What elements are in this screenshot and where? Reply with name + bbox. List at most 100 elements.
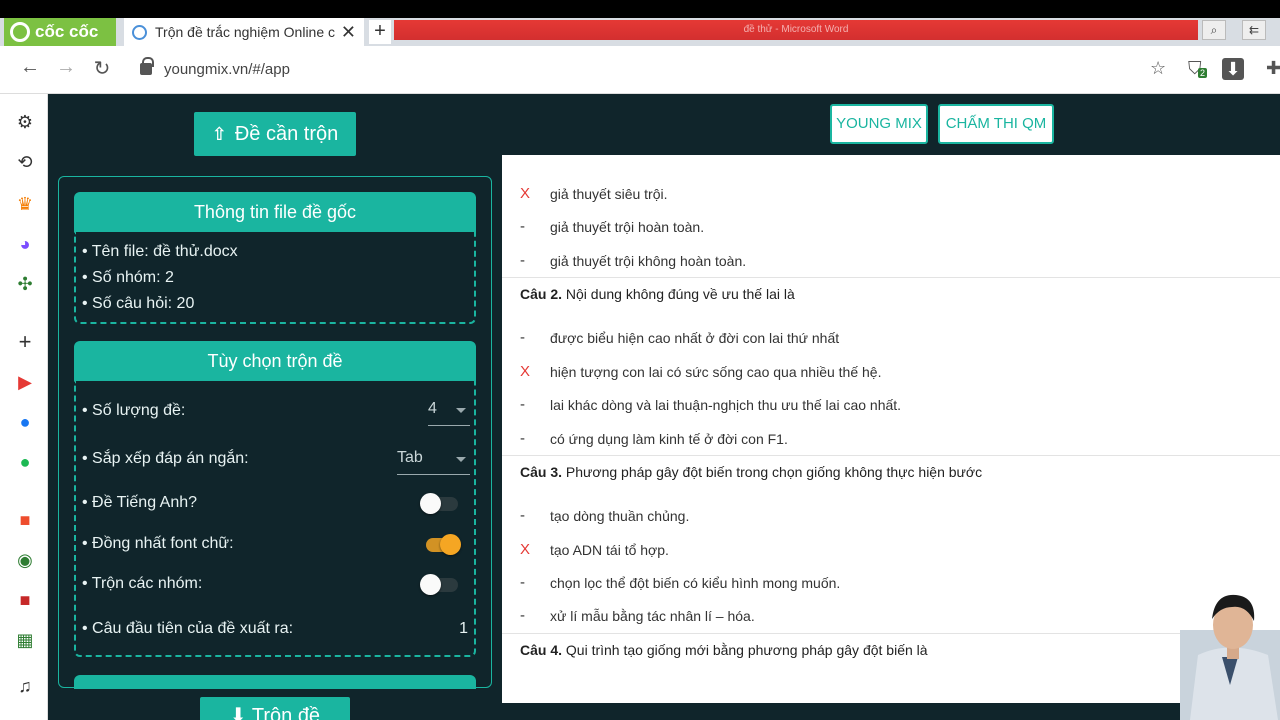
answer-mark: - xyxy=(520,507,525,524)
sidebar-toggle-icon[interactable]: ⇇ xyxy=(1242,20,1266,40)
question-3: Câu 3. Phương pháp gây đột biến trong ch… xyxy=(520,464,982,480)
question-number: Câu 4. xyxy=(520,642,563,658)
toggle-knob xyxy=(420,493,441,514)
answer-mark: X xyxy=(520,541,531,558)
answer-text: chọn lọc thể đột biến có kiểu hình mong … xyxy=(550,575,841,591)
question-divider xyxy=(502,277,1280,278)
mix-button[interactable]: ⬇ Trộn đề xyxy=(200,697,350,720)
presenter-webcam xyxy=(1180,594,1280,720)
answer-text: hiện tượng con lai có sức sống cao qua n… xyxy=(550,364,882,380)
answer-mark: - xyxy=(520,396,525,413)
question-number: Câu 3. xyxy=(520,464,563,480)
next-card-header xyxy=(74,675,476,689)
first-question-label: • Câu đầu tiên của đề xuất ra: xyxy=(82,620,294,637)
add-panel-icon[interactable]: + xyxy=(13,330,37,354)
answer-mark: - xyxy=(520,252,525,269)
mix-button-label: Trộn đề xyxy=(251,705,321,720)
question-divider xyxy=(502,455,1280,456)
first-question-input[interactable]: 1 xyxy=(440,620,468,638)
answer-mark: - xyxy=(520,430,525,447)
question-4: Câu 4. Qui trình tạo giống mới bằng phươ… xyxy=(520,642,928,658)
tab-close-icon[interactable]: ✕ xyxy=(341,22,356,43)
bookmark-star-icon[interactable]: ☆ xyxy=(1150,58,1166,79)
sheets-icon[interactable]: ▦ xyxy=(13,628,37,652)
messenger-icon[interactable]: ◕ xyxy=(13,232,37,256)
youtube-icon[interactable]: ▶ xyxy=(13,370,37,394)
answer-text: giả thuyết siêu trội. xyxy=(550,186,668,202)
answer-mark: - xyxy=(520,218,525,235)
taskbar-strip: đề thử - Microsoft Word xyxy=(394,20,1198,40)
screenshot-icon[interactable]: ⌕ xyxy=(1202,20,1226,40)
answer-mark: - xyxy=(520,329,525,346)
download-icon: ⬇ xyxy=(229,705,252,720)
spotify-icon[interactable]: ● xyxy=(13,450,37,474)
window-titlebar xyxy=(0,0,1280,18)
count-select-value: 4 xyxy=(428,400,437,417)
groups-toggle[interactable] xyxy=(420,572,460,596)
url-field[interactable]: youngmix.vn/#/app xyxy=(130,54,1170,84)
font-toggle[interactable] xyxy=(420,532,461,556)
answer-text: tạo ADN tái tổ hợp. xyxy=(550,542,669,558)
extensions-puzzle-icon[interactable]: ✚ xyxy=(1266,58,1280,79)
upload-button-label: Đề cần trộn xyxy=(234,122,339,145)
count-label: • Số lượng đề: xyxy=(82,402,186,419)
sort-select-value: Tab xyxy=(397,449,423,466)
forward-icon[interactable]: → xyxy=(54,56,78,79)
answer-mark: X xyxy=(520,185,531,202)
toggle-knob xyxy=(440,534,461,555)
cham-thi-button[interactable]: CHẤM THI QM xyxy=(938,104,1054,144)
football-icon[interactable]: ◉ xyxy=(13,548,37,572)
upload-icon: ⇧ xyxy=(211,123,227,144)
question-text: Nội dung không đúng về ưu thế lai là xyxy=(565,286,795,302)
answer-mark: X xyxy=(520,363,531,380)
coccoc-logo-icon xyxy=(10,22,30,42)
shopee-icon[interactable]: ■ xyxy=(13,508,37,532)
question-count: • Số câu hỏi: 20 xyxy=(82,295,195,312)
chevron-down-icon xyxy=(456,408,466,413)
upload-exam-button[interactable]: ⇧ Đề cần trộn xyxy=(194,112,356,156)
back-icon[interactable]: ← xyxy=(18,56,42,79)
notification-bell-icon[interactable]: ♫ xyxy=(13,674,37,698)
tab-title: Trộn đề trắc nghiệm Online c xyxy=(155,24,335,40)
groups-label: • Trộn các nhóm: xyxy=(82,575,203,592)
brand-label: cốc cốc xyxy=(35,22,99,41)
young-mix-button[interactable]: YOUNG MIX xyxy=(830,104,928,144)
answer-mark: - xyxy=(520,607,525,624)
question-number: Câu 2. xyxy=(520,286,563,302)
english-label: • Đề Tiếng Anh? xyxy=(82,494,198,511)
history-icon[interactable]: ⟲ xyxy=(13,150,37,174)
answer-text: có ứng dụng làm kinh tế ở đời con F1. xyxy=(550,431,788,447)
chevron-down-icon xyxy=(456,457,466,462)
game-controller-icon[interactable]: ✣ xyxy=(13,272,37,296)
facebook-icon[interactable]: ● xyxy=(13,410,37,434)
download-icon[interactable]: ⬇ xyxy=(1222,58,1244,80)
settings-gear-icon[interactable]: ⚙ xyxy=(13,110,37,134)
options-card xyxy=(74,381,476,657)
group-count: • Số nhóm: 2 xyxy=(82,269,174,286)
coccoc-brand[interactable]: cốc cốc xyxy=(4,18,116,46)
site-favicon-icon xyxy=(132,24,147,40)
sort-select[interactable]: Tab xyxy=(397,449,470,475)
file-info-header: Thông tin file đề gốc xyxy=(74,192,476,232)
reload-icon[interactable]: ↻ xyxy=(90,56,114,81)
answer-text: giả thuyết trội không hoàn toàn. xyxy=(550,253,747,269)
lock-icon xyxy=(140,57,154,75)
tab-active[interactable]: Trộn đề trắc nghiệm Online c ✕ xyxy=(124,18,364,46)
options-header: Tùy chọn trộn đề xyxy=(74,341,476,381)
file-name: • Tên file: đề thử.docx xyxy=(82,243,238,260)
english-toggle[interactable] xyxy=(420,491,460,515)
answer-text: tạo dòng thuần chủng. xyxy=(550,508,690,524)
url-text: youngmix.vn/#/app xyxy=(164,60,290,78)
question-2: Câu 2. Nội dung không đúng về ưu thế lai… xyxy=(520,286,795,302)
new-tab-button[interactable]: + xyxy=(369,20,391,44)
tiki-icon[interactable]: ■ xyxy=(13,588,37,612)
toggle-knob xyxy=(420,574,441,595)
sort-label: • Sắp xếp đáp án ngắn: xyxy=(82,450,249,467)
answer-text: xử lí mẫu bằng tác nhân lí – hóa. xyxy=(550,608,755,624)
crown-icon[interactable]: ♛ xyxy=(13,192,37,216)
answer-text: được biểu hiện cao nhất ở đời con lai th… xyxy=(550,330,840,346)
count-select[interactable]: 4 xyxy=(428,400,470,426)
font-label: • Đồng nhất font chữ: xyxy=(82,535,234,552)
extension-shield-icon[interactable]: ⛉ 2 xyxy=(1188,58,1208,79)
question-text: Phương pháp gây đột biến trong chọn giốn… xyxy=(565,464,983,480)
